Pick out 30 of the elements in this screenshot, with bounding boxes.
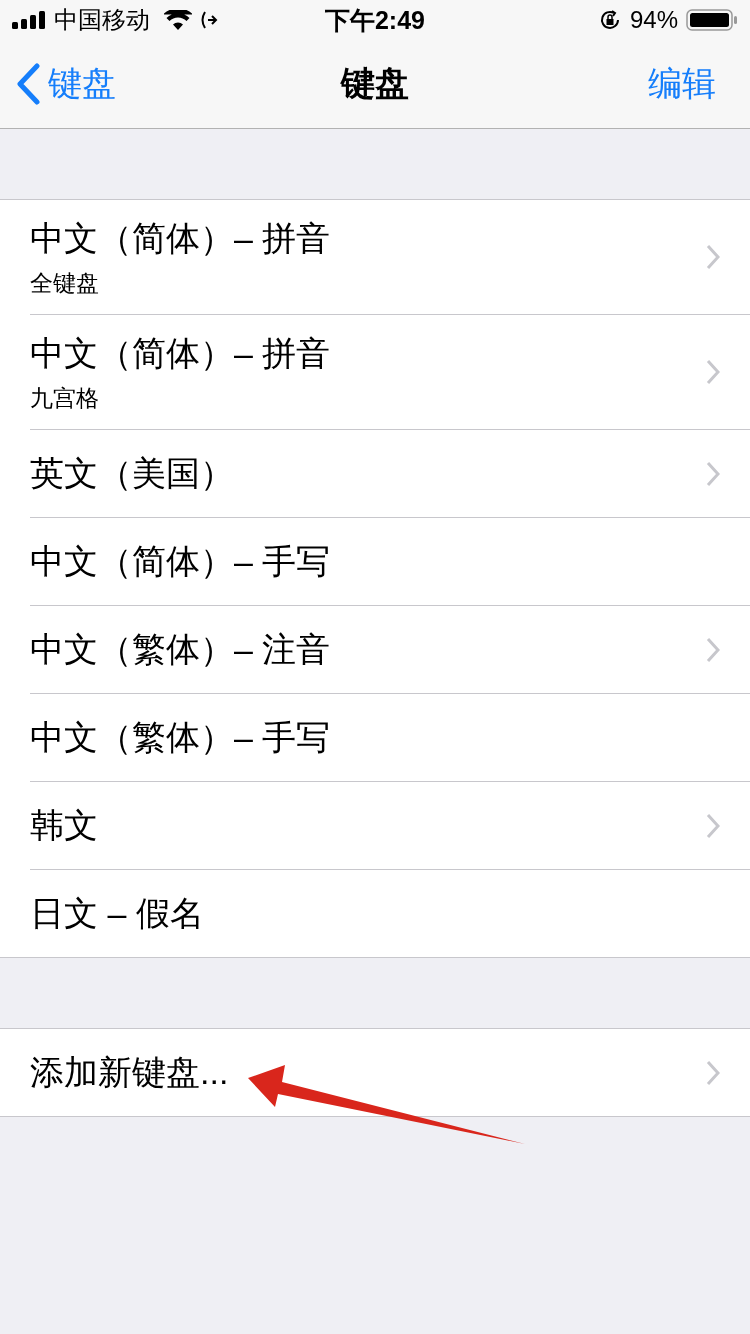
back-button[interactable]: 键盘 [16,61,116,107]
keyboard-layout: 九宫格 [30,383,100,413]
status-time: 下午2:49 [323,4,426,36]
carrier-name: 中国移动 [54,5,150,35]
edit-button[interactable]: 编辑 [648,61,716,107]
keyboard-row[interactable]: 英文（美国） [30,430,750,518]
keyboard-row[interactable]: 中文（繁体）– 注音 [30,606,750,694]
keyboard-row[interactable]: 中文（简体）– 拼音 全键盘 [30,200,750,315]
keyboard-name: 中文（简体）– 拼音 [30,332,331,374]
keyboard-name: 中文（简体）– 手写 [30,540,331,582]
add-keyboard-label: 添加新键盘... [30,1051,229,1093]
back-chevron-icon [16,63,40,105]
keyboard-name: 韩文 [30,804,98,846]
signal-icon [12,11,46,29]
keyboard-row[interactable]: 韩文 [30,782,750,870]
keyboard-layout: 全键盘 [30,268,100,298]
keyboard-row[interactable]: 日文 – 假名 [30,870,750,957]
keyboard-row[interactable]: 中文（繁体）– 手写 [30,694,750,782]
call-forward-icon [200,10,218,30]
keyboard-name: 英文（美国） [30,452,234,494]
wifi-icon [164,10,192,30]
keyboard-row[interactable]: 中文（简体）– 拼音 九宫格 [30,315,750,430]
battery-icon [686,9,738,31]
keyboard-name: 日文 – 假名 [30,892,204,934]
keyboard-name: 中文（繁体）– 手写 [30,716,331,758]
keyboard-row[interactable]: 中文（简体）– 手写 [30,518,750,606]
keyboard-name: 中文（简体）– 拼音 [30,217,331,259]
keyboard-name: 中文（繁体）– 注音 [30,628,331,670]
battery-percent: 94% [629,6,678,34]
nav-title: 键盘 [339,63,410,104]
